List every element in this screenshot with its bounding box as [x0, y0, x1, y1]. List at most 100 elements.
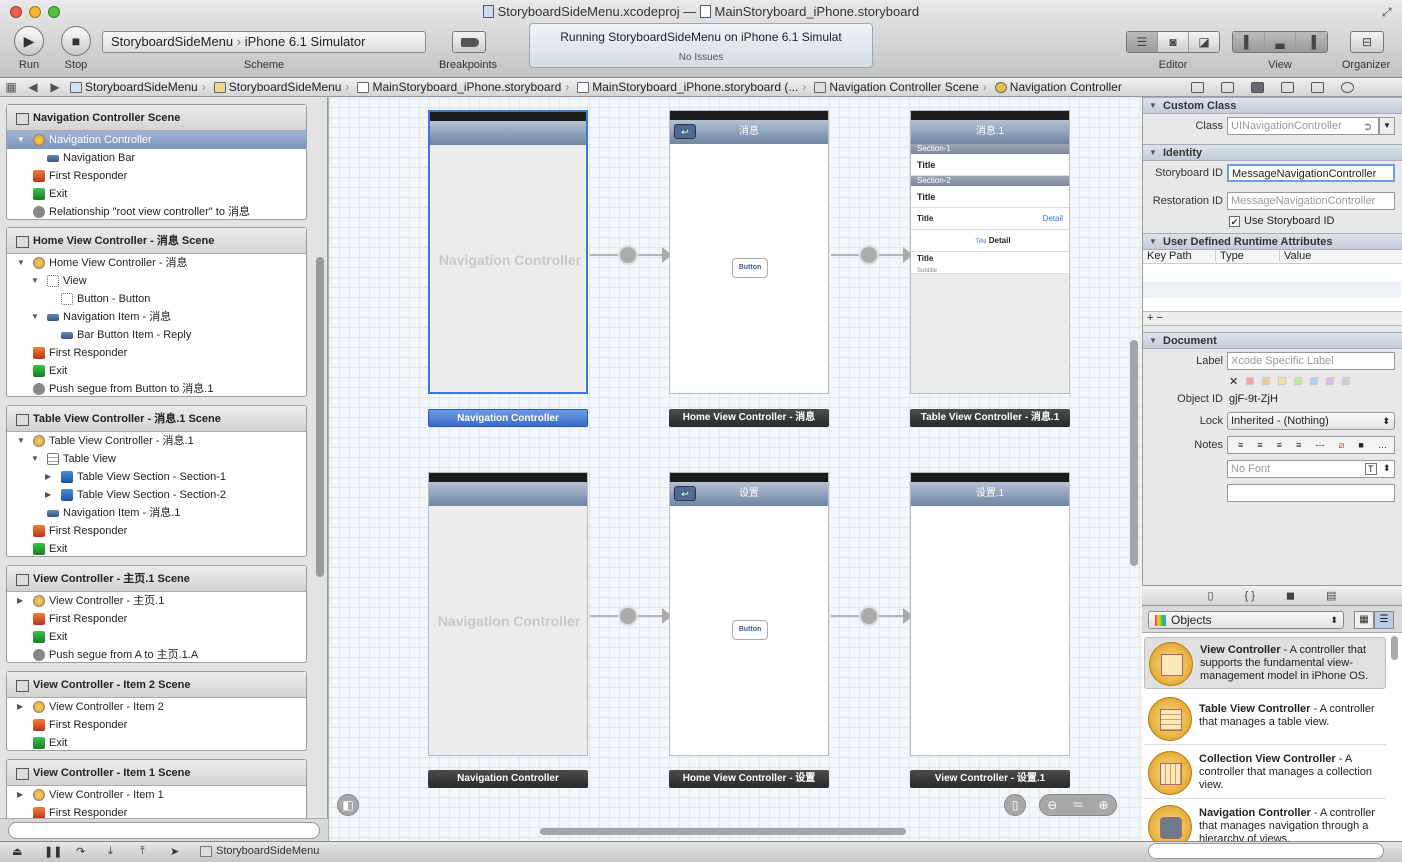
scene-home-view-controller[interactable]: ↩ 消息 Button [669, 110, 829, 394]
checkmark-icon[interactable]: ✔ [1229, 215, 1240, 227]
scene-header[interactable]: Table View Controller - 消息.1 Scene [7, 406, 306, 432]
outline-row[interactable]: Exit [7, 185, 306, 203]
color-swatch-purple[interactable] [1326, 377, 1335, 385]
disclosure-open-icon[interactable]: ▼ [17, 131, 25, 149]
connections-inspector-icon[interactable] [1340, 81, 1354, 93]
scene-header[interactable]: View Controller - Item 2 Scene [7, 672, 306, 698]
size-inspector-icon[interactable] [1310, 81, 1324, 93]
scene-label[interactable]: Home View Controller - 设置 [669, 770, 829, 788]
step-into-icon[interactable]: ⤓ [108, 845, 113, 858]
relationship-segue-icon[interactable] [618, 606, 638, 626]
outline-row[interactable]: ▶ Table View Section - Section-2 [7, 486, 306, 504]
storyboard-canvas[interactable]: Navigation Controller ↩ 消息 Button 消息.1 Se… [329, 97, 1142, 841]
outline-row[interactable]: First Responder [7, 610, 306, 628]
disclosure-open-icon[interactable]: ▼ [31, 272, 39, 290]
restoration-id-field[interactable]: MessageNavigationController [1227, 192, 1395, 210]
scene-label[interactable]: View Controller - 设置.1 [910, 770, 1070, 788]
outline-row[interactable]: ▶ View Controller - Item 1 [7, 786, 306, 804]
table-cell[interactable]: Title Subtitle [911, 252, 1069, 274]
text-color-icon[interactable]: ■ [1358, 437, 1363, 453]
udra-header[interactable]: User Defined Runtime Attributes [1143, 233, 1402, 250]
remove-icon[interactable]: − [1157, 312, 1163, 324]
add-icon[interactable]: + [1147, 312, 1153, 324]
identity-inspector-icon[interactable] [1250, 81, 1264, 93]
outline-row[interactable]: Bar Button Item - Reply [7, 326, 306, 344]
outline-row[interactable]: Exit [7, 734, 306, 752]
jumpbar-crumb[interactable]: MainStoryboard_iPhone.storyboard › [353, 80, 573, 94]
disclosure-closed-icon[interactable]: ▶ [45, 468, 51, 486]
canvas-button[interactable]: Button [732, 620, 768, 640]
table-cell[interactable]: Title Detail [911, 230, 1069, 252]
color-swatch-green[interactable] [1294, 377, 1303, 385]
back-arrow-icon[interactable]: ◀ [22, 80, 44, 94]
library-item[interactable]: Navigation Controller - A controller tha… [1144, 801, 1386, 841]
zoom-out-icon[interactable]: ⊖ [1047, 795, 1057, 815]
code-snippet-icon[interactable]: { } [1245, 590, 1255, 602]
outline-toggle-button[interactable]: ◧ [337, 794, 359, 816]
scene-header[interactable]: Home View Controller - 消息 Scene [7, 228, 306, 254]
disclosure-closed-icon[interactable]: ▶ [17, 786, 23, 804]
scene-table-view-controller[interactable]: 消息.1 Section-1 Title Section-2 Title Tit… [910, 110, 1070, 394]
related-items-icon[interactable]: ▦ [0, 80, 22, 94]
arrow-circle-icon[interactable]: ➲ [1363, 120, 1372, 133]
attributes-inspector-icon[interactable] [1280, 81, 1294, 93]
scene-view-controller[interactable]: 设置.1 [910, 472, 1070, 756]
forward-arrow-icon[interactable]: ▶ [44, 80, 66, 94]
scene-label[interactable]: Navigation Controller [428, 770, 588, 788]
align-justify-icon[interactable]: ≡ [1296, 437, 1301, 453]
jumpbar-crumb[interactable]: StoryboardSideMenu › [66, 80, 210, 94]
table-cell[interactable]: Title [911, 154, 1069, 176]
dashed-line-icon[interactable]: --- [1315, 437, 1324, 453]
quick-help-icon[interactable] [1220, 81, 1234, 93]
outline-row[interactable]: ▼ View [7, 272, 306, 290]
clear-color-icon[interactable]: ✕ [1229, 375, 1238, 388]
hide-debug-area-icon[interactable]: ⏏ [12, 845, 22, 858]
disclosure-closed-icon[interactable]: ▶ [17, 698, 23, 716]
outline-row[interactable]: Exit [7, 362, 306, 380]
outline-row[interactable]: ▼ Table View Controller - 消息.1 [7, 432, 306, 450]
scene-label[interactable]: Home View Controller - 消息 [669, 409, 829, 427]
outline-row[interactable]: ▶ View Controller - 主页.1 [7, 592, 306, 610]
outline-filter-input[interactable] [8, 822, 320, 839]
media-library-icon[interactable]: ▤ [1326, 589, 1336, 602]
chevron-down-icon[interactable]: ▼ [1379, 117, 1395, 135]
toggle-utilities-button[interactable]: ▐ [1296, 32, 1328, 52]
library-item[interactable]: Table View Controller - A controller tha… [1144, 693, 1386, 745]
identity-header[interactable]: Identity [1143, 144, 1402, 161]
font-picker-icon[interactable]: T [1365, 463, 1377, 475]
standard-editor-button[interactable]: ☰ [1127, 32, 1158, 52]
grid-view-icon[interactable]: ▦ [1354, 611, 1374, 629]
relationship-segue[interactable] [590, 606, 672, 626]
push-segue[interactable] [831, 245, 913, 265]
scheme-popup[interactable]: StoryboardSideMenu › iPhone 6.1 Simulato… [102, 31, 426, 53]
pause-icon[interactable]: ❚❚ [44, 845, 62, 858]
outline-row[interactable]: ▼ Navigation Item - 消息 [7, 308, 306, 326]
table-cell[interactable]: Title [911, 186, 1069, 208]
disclosure-open-icon[interactable]: ▼ [17, 432, 25, 450]
color-swatch-orange[interactable] [1262, 377, 1271, 385]
reply-icon[interactable]: ↩ [674, 124, 696, 139]
outline-row[interactable]: First Responder [7, 522, 306, 540]
outline-row[interactable]: Push segue from A to 主页.1.A [7, 646, 306, 664]
disclosure-open-icon[interactable]: ▼ [17, 254, 25, 272]
disclosure-open-icon[interactable]: ▼ [31, 450, 39, 468]
disclosure-open-icon[interactable]: ▼ [31, 308, 39, 326]
reply-icon[interactable]: ↩ [674, 486, 696, 501]
library-filter-input[interactable] [1148, 843, 1384, 859]
color-swatch-yellow[interactable] [1278, 377, 1287, 385]
jumpbar-crumb[interactable]: Navigation Controller Scene › [810, 80, 990, 94]
organizer-button[interactable]: ⊟ [1350, 31, 1384, 53]
location-icon[interactable]: ➤ [170, 845, 179, 858]
column-value[interactable]: Value [1279, 250, 1311, 262]
disclosure-closed-icon[interactable]: ▶ [17, 592, 23, 610]
outline-row[interactable]: Push segue from Button to 消息.1 [7, 380, 306, 398]
column-type[interactable]: Type [1215, 250, 1244, 262]
zoom-actual-icon[interactable]: ＝ [1072, 795, 1084, 815]
stop-button[interactable]: ■ [61, 26, 91, 56]
zoom-in-icon[interactable]: ⊕ [1099, 795, 1109, 815]
use-storyboard-id-row[interactable]: ✔ Use Storyboard ID [1143, 213, 1402, 231]
breakpoints-button[interactable] [452, 31, 486, 53]
list-view-icon[interactable]: ☰ [1374, 611, 1394, 629]
outline-row[interactable]: Relationship "root view controller" to 消… [7, 203, 306, 221]
assistant-editor-button[interactable]: ◙ [1158, 32, 1189, 52]
